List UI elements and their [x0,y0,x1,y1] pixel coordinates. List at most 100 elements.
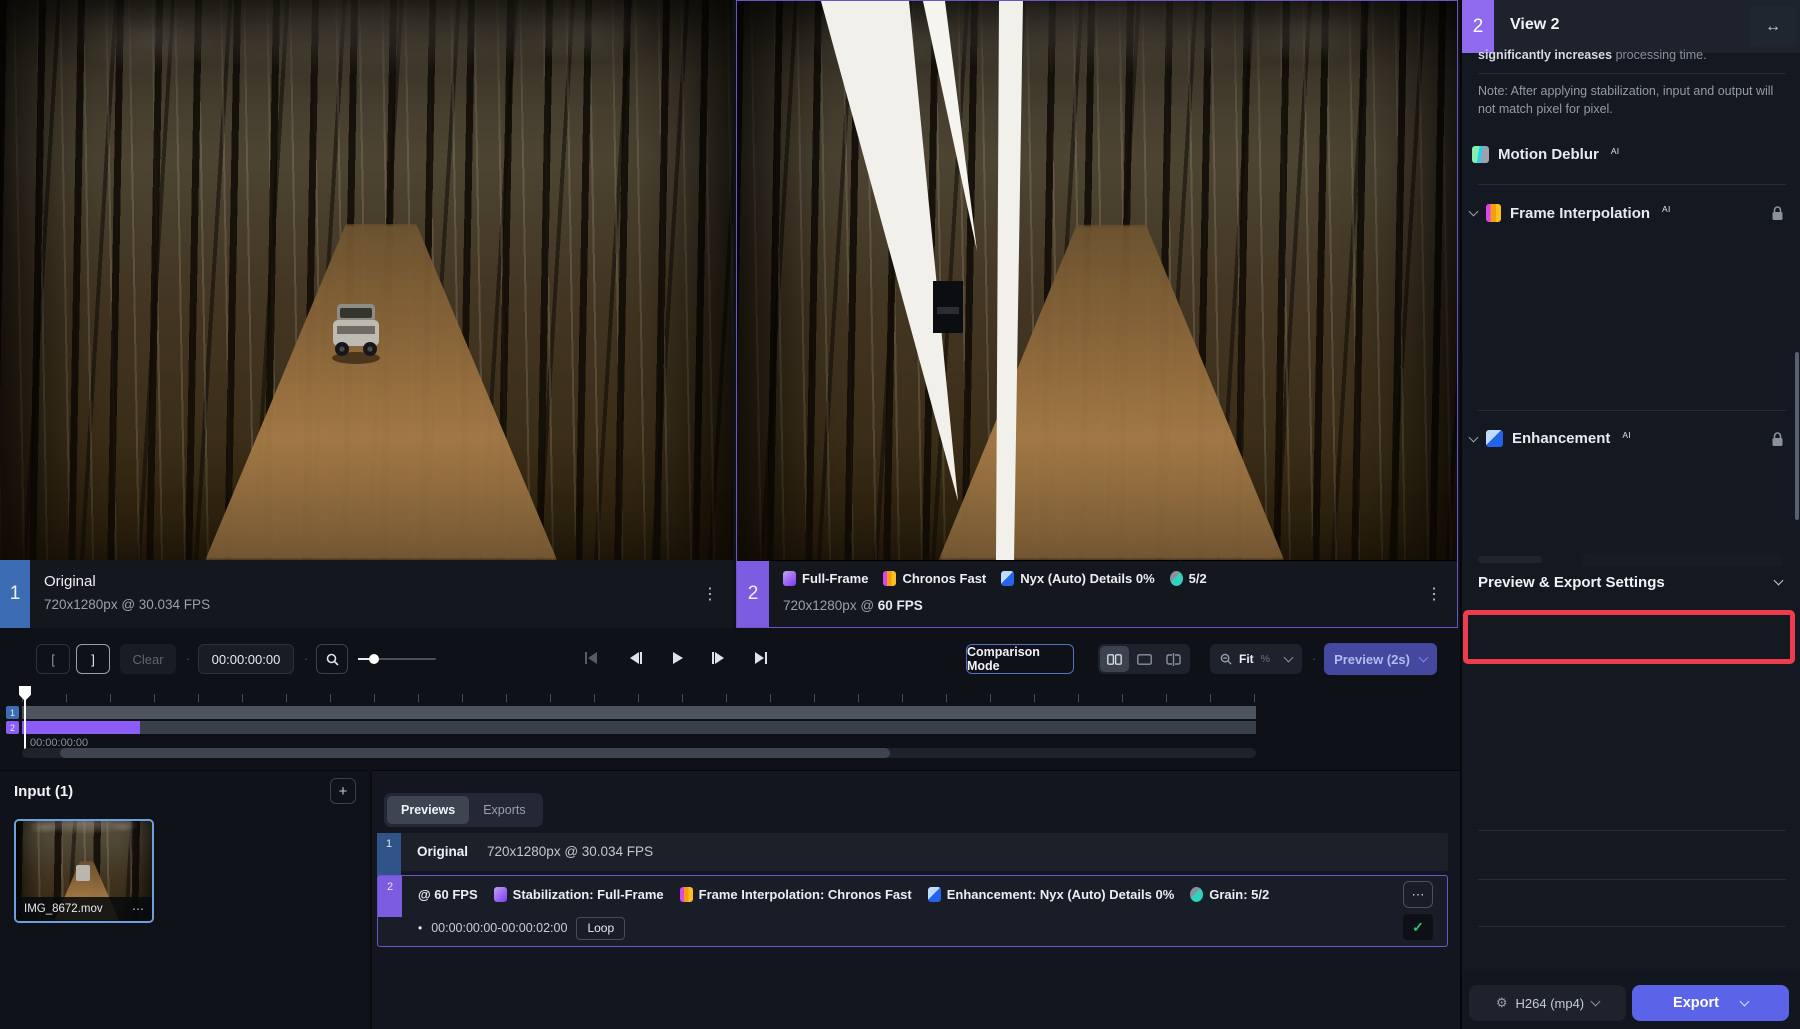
section-enhancement[interactable]: EnhancementAI [1470,430,1631,447]
tab-previews[interactable]: Previews [387,796,469,824]
row-1-subtitle: 720x1280px @ 30.034 FPS [487,844,653,859]
input-panel: Input (1) + IMG_8672.mov ⋯ [0,770,368,1029]
track-2-bar[interactable] [22,721,1256,734]
stabilization-chip: Full-Frame [783,571,868,586]
viewer-pane-processed: 2 Full-Frame Chronos Fast Nyx (Auto) Det… [736,0,1458,628]
chevron-down-icon [1740,997,1750,1007]
enhancement-chip: Nyx (Auto) Details 0% [1001,571,1154,586]
grain-icon [1190,887,1203,902]
fit-pct-label: % [1261,653,1270,665]
input-clip-card[interactable]: IMG_8672.mov ⋯ [14,819,154,923]
stabilization-chip: Stabilization: Full-Frame [494,887,664,902]
chevron-down-icon [1469,207,1479,217]
section-frame-interpolation[interactable]: Frame InterpolationAI [1470,204,1671,222]
zoom-slider-thumb[interactable] [369,654,379,664]
comparison-mode-button[interactable]: Comparison Mode [966,644,1074,674]
more-icon[interactable]: ⋯ [132,902,144,916]
timeline-scrollbar-track[interactable] [22,748,1256,758]
tab-exports[interactable]: Exports [469,796,539,824]
bullet-icon: • [418,921,422,935]
clip-filename: IMG_8672.mov [24,903,103,915]
view-layout-toggle-group [1098,644,1190,674]
trim-in-button[interactable]: [ [36,644,70,674]
split-view-icon [1166,653,1181,666]
grain-chip: 5/2 [1170,571,1207,586]
stabilization-icon [783,571,796,586]
topaz-video-app: 1 Original 720x1280px @ 30.034 FPS ⋮ 2 F… [0,0,1800,1029]
kebab-menu-icon[interactable]: ⋮ [1421,579,1447,609]
clip-info-bar-processed: 2 Full-Frame Chronos Fast Nyx (Auto) Det… [737,561,1457,627]
enhancement-chip: Enhancement: Nyx (Auto) Details 0% [928,887,1175,902]
zoom-tool-button[interactable] [316,644,348,674]
divider [1478,73,1786,74]
clear-trim-button[interactable]: Clear [120,644,176,674]
zoom-fit-control[interactable]: Fit % [1210,644,1302,674]
timecode-input[interactable]: 00:00:00:00 [198,644,294,674]
kebab-menu-icon[interactable]: ⋮ [697,579,723,609]
lock-icon[interactable] [1771,432,1784,447]
previews-tabbar: Previews Exports [384,793,543,827]
frame-interpolation-chip: Frame Interpolation: Chronos Fast [680,887,912,902]
divider [1478,410,1786,411]
row-2-check-button[interactable]: ✓ [1403,914,1433,940]
view-2-badge: 2 [1462,0,1494,53]
trim-out-button[interactable]: ] [76,644,110,674]
timeline-scrollbar-thumb[interactable] [60,748,890,758]
single-view-icon [1137,654,1152,665]
fit-label: Fit [1239,652,1254,666]
divider [1478,926,1786,927]
video-frame-processed[interactable] [737,1,1457,560]
clip-info-bar-original: 1 Original 720x1280px @ 30.034 FPS ⋮ [0,560,733,628]
skip-to-start-button[interactable] [582,645,600,671]
view-2-badge[interactable]: 2 [737,561,769,627]
row-1-title: Original [417,844,468,859]
sidebar-footer: ⚙ H264 (mp4) Export [1462,970,1800,1029]
stabilization-note: Note: After applying stabilization, inpu… [1478,83,1784,118]
next-frame-button[interactable] [710,645,728,671]
grain-icon [1170,571,1183,586]
track-1-bar[interactable] [22,706,1256,719]
row-2-settings-line: @ 60 FPS Stabilization: Full-Frame Frame… [418,876,1269,912]
divider [1478,879,1786,880]
view-1-badge[interactable]: 1 [0,560,30,628]
clip-title: Original [44,573,96,590]
play-button[interactable] [668,645,686,671]
clip-resolution: 720x1280px @ 30.034 FPS [44,597,210,612]
previous-frame-button[interactable] [626,645,644,671]
preview-row-original[interactable]: 1 Original 720x1280px @ 30.034 FPS [377,833,1448,871]
zoom-slider[interactable] [358,658,436,660]
frame-interpolation-icon [680,887,693,902]
lock-icon[interactable] [1771,206,1784,221]
skip-to-end-button[interactable] [752,645,770,671]
viewer-pane-original: 1 Original 720x1280px @ 30.034 FPS ⋮ [0,0,733,628]
timeline-ruler [22,694,1256,702]
side-by-side-icon [1107,654,1122,665]
add-input-button[interactable]: + [330,778,356,804]
single-view-button[interactable] [1130,646,1159,672]
stabilization-artifacts [737,1,1457,560]
timeline[interactable]: 1 2 00:00:00:00 [0,684,1460,764]
sidebar-scrollbar[interactable] [1795,352,1799,520]
separator: · [304,651,308,666]
motion-deblur-icon [1472,146,1489,163]
export-settings-header[interactable]: Preview & Export Settings [1462,566,1800,600]
export-button[interactable]: Export [1632,985,1789,1021]
video-frame-original[interactable] [0,0,733,560]
export-preset-button[interactable]: ⚙ H264 (mp4) [1469,985,1626,1021]
loop-button[interactable]: Loop [576,917,625,940]
view-title: View 2 [1510,16,1560,34]
section-motion-deblur[interactable]: Motion DeblurAI [1472,146,1619,163]
jeep-graphic [328,296,384,366]
preview-row-processed[interactable]: 2 @ 60 FPS Stabilization: Full-Frame Fra… [377,875,1448,947]
row-2-more-button[interactable]: ⋯ [1403,881,1433,908]
side-by-side-view-button[interactable] [1100,646,1129,672]
divider [1478,184,1786,185]
expand-panel-button[interactable]: ↔ [1750,6,1796,47]
jeep-graphic [76,865,90,881]
preview-button[interactable]: Preview (2s) [1324,643,1437,675]
previews-panel: Previews Exports 1 Original 720x1280px @… [370,770,1460,1029]
enhancement-section-icon [1486,430,1503,447]
stabilization-icon [494,887,507,902]
split-view-button[interactable] [1159,646,1188,672]
row-1-badge: 1 [377,833,401,876]
